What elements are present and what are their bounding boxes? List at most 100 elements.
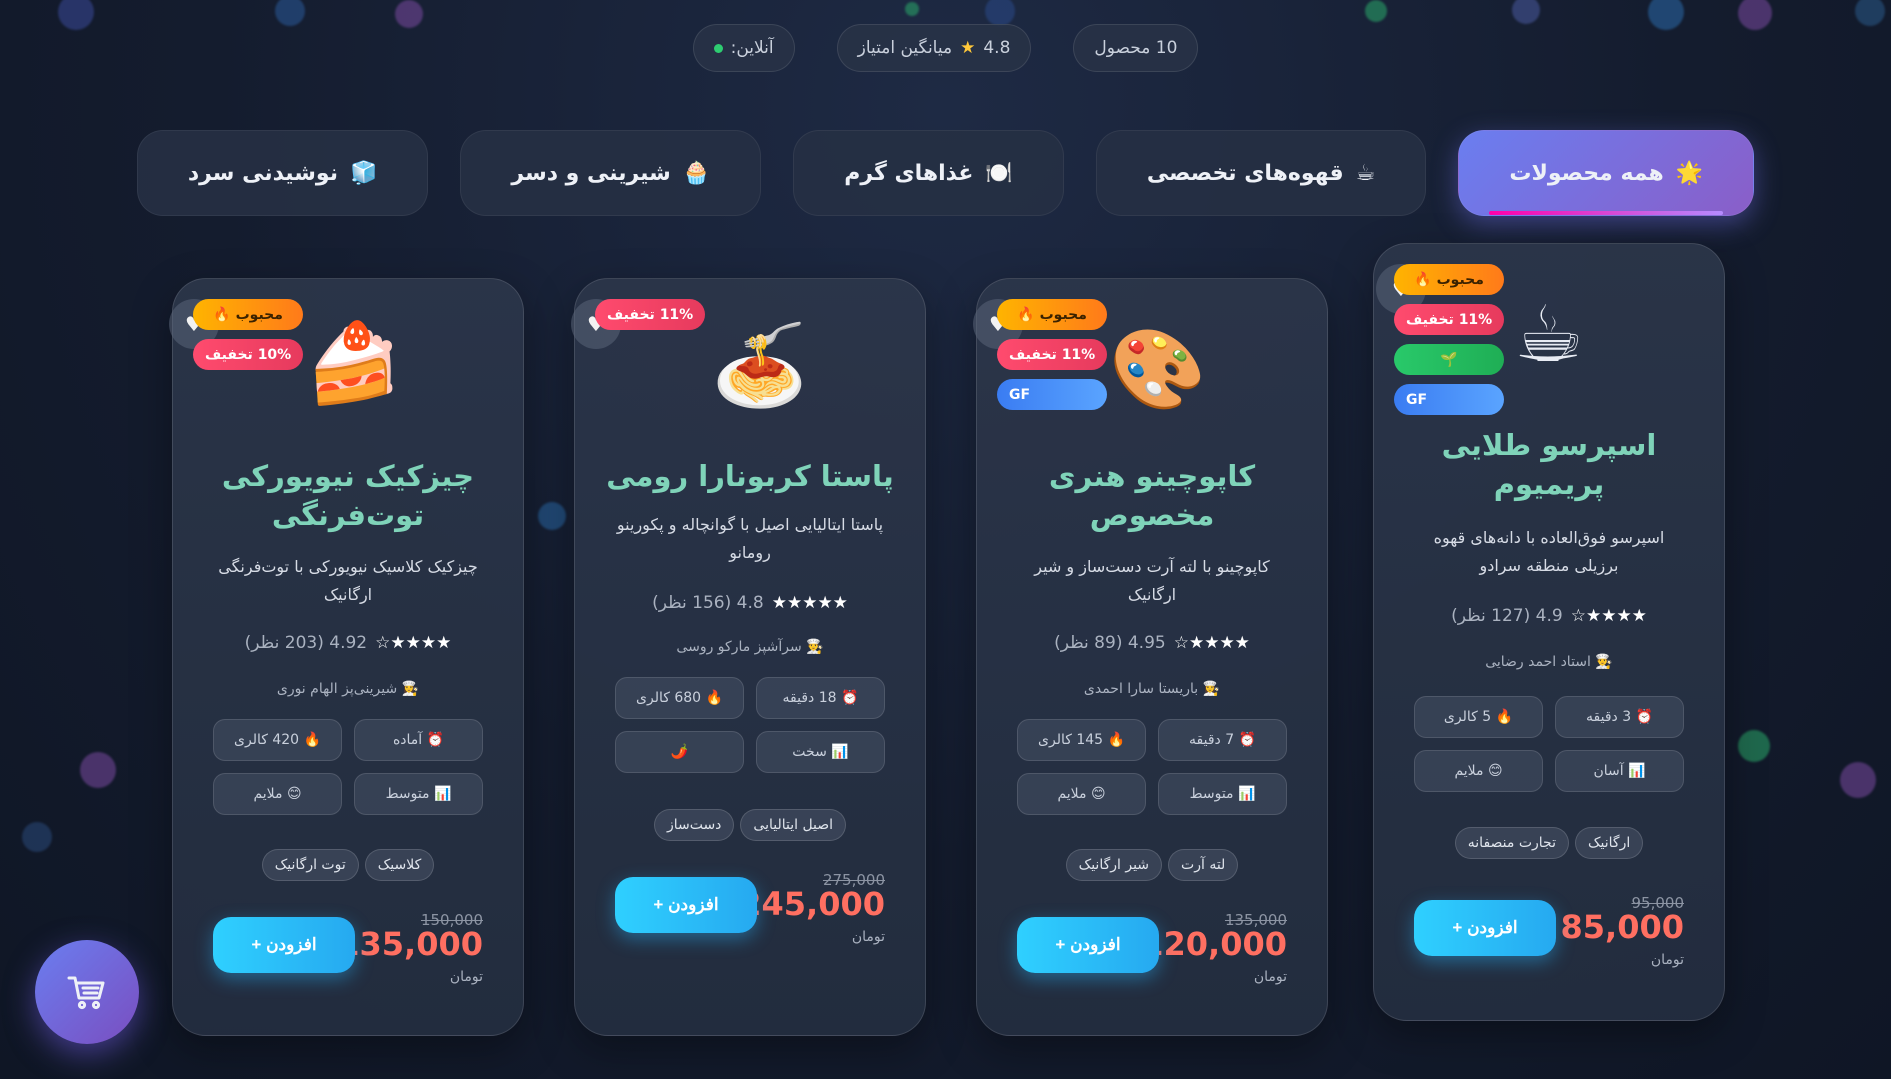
- tag: ارگانیک: [1575, 827, 1644, 859]
- rating-text: 4.95 (89 نظر): [1054, 633, 1166, 653]
- product-image-palette-icon: 🎨: [1109, 325, 1207, 415]
- badge-discount: 10% تخفیف: [193, 339, 304, 370]
- tag: شیر ارگانیک: [1065, 849, 1163, 881]
- meta-difficulty: 📊 متوسط: [354, 773, 483, 815]
- tab-cold-drinks[interactable]: 🧊 نوشیدنی سرد: [136, 130, 429, 216]
- bokeh-orb: [538, 502, 566, 530]
- add-to-cart-button[interactable]: افزودن +: [1414, 900, 1556, 956]
- rating-text: 4.92 (203 نظر): [244, 633, 368, 653]
- meta-time: ⏰ 18 دقیقه: [756, 677, 885, 719]
- product-card-pasta: ♥ 11% تخفیف 🍝 پاستا کربونارا رومی پاستا …: [571, 278, 926, 1036]
- currency-label: تومان: [1253, 969, 1287, 985]
- product-description: پاستا ایتالیایی اصیل با گوانچاله و پکوری…: [616, 515, 884, 562]
- product-chef: 👩‍🍳 شیرینی‌پز الهام نوری: [276, 681, 420, 697]
- bokeh-orb: [80, 752, 116, 788]
- shopping-cart-icon: [67, 976, 105, 1010]
- tab-label: غذاهای گرم: [844, 160, 974, 186]
- product-image-coffee-icon: ☕: [1514, 290, 1584, 380]
- rating-stars: ★★★★☆: [375, 633, 452, 653]
- badge-stack: محبوب 🔥 11% تخفیف GF: [997, 299, 1108, 410]
- rating-stars: ★★★★☆: [1570, 606, 1647, 626]
- bokeh-orb: [1512, 0, 1540, 24]
- product-tags: کلاسیک توت ارگانیک: [173, 849, 523, 881]
- badge-discount: 11% تخفیف: [997, 339, 1108, 370]
- tab-label: قهوه‌های تخصصی: [1146, 160, 1344, 186]
- meta-difficulty: 📊 متوسط: [1158, 773, 1287, 815]
- current-price: 135,000: [337, 925, 483, 963]
- product-meta-grid: ⏰ آماده 🔥 420 کالری 📊 متوسط 😊 ملایم: [213, 719, 483, 815]
- bokeh-orb: [275, 0, 305, 26]
- product-title: کاپوچینو هنری مخصوص: [1048, 459, 1256, 533]
- product-card-cappuccino: ♥ محبوب 🔥 11% تخفیف GF 🎨 کاپوچینو هنری م…: [973, 278, 1328, 1036]
- tab-hot-food[interactable]: 🍽️ غذاهای گرم: [793, 130, 1064, 216]
- tag: اصیل ایتالیایی: [740, 809, 847, 841]
- meta-spice: 😊 ملایم: [213, 773, 342, 815]
- badge-discount: 11% تخفیف: [1394, 304, 1505, 335]
- badge-stack: 11% تخفیف: [595, 299, 706, 330]
- add-to-cart-button[interactable]: افزودن +: [1017, 917, 1159, 973]
- stats-bar: 10 محصول 4.8 ★ میانگین امتیاز آنلاین:: [0, 24, 1891, 72]
- product-rating: ★★★★☆ 4.95 (89 نظر): [977, 633, 1327, 653]
- product-description: کاپوچینو با لته آرت دست‌ساز و شیر ارگانی…: [1034, 557, 1270, 604]
- badge-discount: 11% تخفیف: [595, 299, 706, 330]
- product-image-spaghetti-icon: 🍝: [711, 321, 809, 411]
- meta-difficulty: 📊 آسان: [1555, 750, 1684, 792]
- rating-stars: ★★★★☆: [1173, 633, 1250, 653]
- tag: دست‌ساز: [653, 809, 735, 841]
- product-chef: 👨‍🍳 سرآشپز مارکو روسی: [676, 639, 824, 655]
- currency-label: تومان: [1650, 952, 1684, 968]
- meta-spice: 😊 ملایم: [1017, 773, 1146, 815]
- bokeh-orb: [1365, 0, 1387, 22]
- rating-stars: ★★★★★: [771, 593, 848, 613]
- badge-gluten-free: GF: [1394, 384, 1505, 415]
- product-title: پاستا کربونارا رومی: [606, 459, 894, 493]
- badge-gluten-free: GF: [997, 379, 1108, 410]
- tag: کلاسیک: [364, 849, 435, 881]
- cupcake-icon: 🧁: [682, 160, 711, 186]
- product-tags: لته آرت شیر ارگانیک: [977, 849, 1327, 881]
- current-price: 85,000: [1560, 908, 1684, 946]
- online-label: آنلاین:: [730, 38, 774, 58]
- product-chef: 👩‍🍳 باریستا سارا احمدی: [1083, 681, 1221, 697]
- floating-cart-button[interactable]: [35, 940, 139, 1044]
- tab-label: شیرینی و دسر: [511, 160, 671, 186]
- product-tags: اصیل ایتالیایی دست‌ساز: [575, 809, 925, 841]
- tab-label: نوشیدنی سرد: [187, 160, 338, 186]
- category-tabs: 🌟 همه محصولات ☕ قهوه‌های تخصصی 🍽️ غذاهای…: [0, 130, 1891, 216]
- online-dot-icon: [713, 43, 723, 53]
- meta-spice: 🌶️: [615, 731, 744, 773]
- bokeh-orb: [1855, 0, 1885, 26]
- add-to-cart-button[interactable]: افزودن +: [213, 917, 355, 973]
- rating-label: میانگین امتیاز: [857, 38, 953, 58]
- badge-popular: محبوب 🔥: [997, 299, 1108, 330]
- product-card-espresso: ♥ محبوب 🔥 11% تخفیف 🌱 GF ☕ اسپرسو طلایی …: [1373, 243, 1725, 1021]
- product-title: چیزکیک نیویورکی توت‌فرنگی: [221, 459, 475, 533]
- product-title: اسپرسو طلایی پریمیوم: [1441, 428, 1657, 502]
- add-to-cart-button[interactable]: افزودن +: [615, 877, 757, 933]
- star-icon: ★: [960, 38, 976, 58]
- badge-stack: محبوب 🔥 11% تخفیف 🌱 GF: [1394, 264, 1505, 415]
- meta-spice: 😊 ملایم: [1414, 750, 1543, 792]
- product-card-cheesecake: ♥ محبوب 🔥 10% تخفیف 🍰 چیزکیک نیویورکی تو…: [169, 278, 524, 1036]
- product-description: چیزکیک کلاسیک نیویورکی با توت‌فرنگی ارگا…: [218, 557, 478, 604]
- product-image-cake-icon: 🍰: [305, 319, 403, 409]
- average-rating: 4.8 ★ میانگین امتیاز: [836, 24, 1032, 72]
- product-tags: ارگانیک تجارت منصفانه: [1374, 827, 1724, 859]
- shop-page: 10 محصول 4.8 ★ میانگین امتیاز آنلاین: 🌟 …: [0, 0, 1891, 1079]
- tab-pastry-dessert[interactable]: 🧁 شیرینی و دسر: [460, 130, 762, 216]
- tag: توت ارگانیک: [261, 849, 359, 881]
- bokeh-orb: [985, 0, 1015, 26]
- rating-text: 4.9 (127 نظر): [1451, 606, 1563, 626]
- ice-cube-icon: 🧊: [349, 160, 378, 186]
- tag: لته آرت: [1168, 849, 1239, 881]
- tab-label: همه محصولات: [1509, 160, 1664, 186]
- products-count-text: 10 محصول: [1094, 38, 1178, 58]
- tab-specialty-coffee[interactable]: ☕ قهوه‌های تخصصی: [1095, 130, 1427, 216]
- meta-time: ⏰ 7 دقیقه: [1158, 719, 1287, 761]
- meta-calories: 🔥 680 کالری: [615, 677, 744, 719]
- coffee-icon: ☕: [1355, 160, 1376, 186]
- meta-calories: 🔥 145 کالری: [1017, 719, 1146, 761]
- bokeh-orb: [1840, 762, 1876, 798]
- tag: تجارت منصفانه: [1454, 827, 1569, 859]
- tab-all-products[interactable]: 🌟 همه محصولات: [1458, 130, 1755, 216]
